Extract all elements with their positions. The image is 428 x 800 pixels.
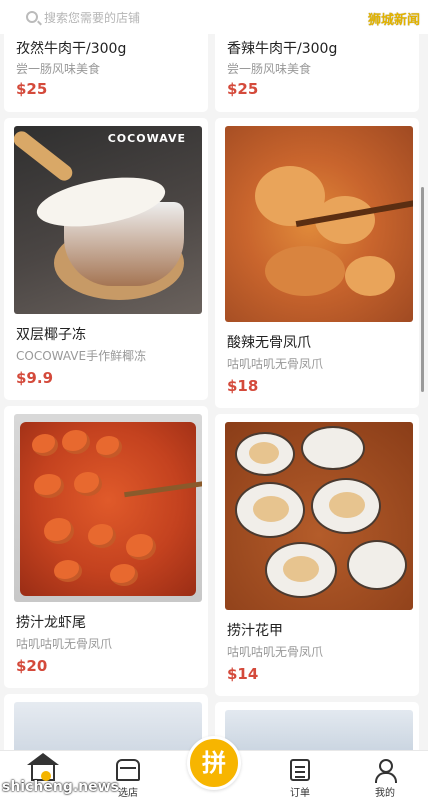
tab-mine[interactable]: 我的 bbox=[345, 751, 425, 800]
product-subtitle: 咕叽咕叽无骨凤爪 bbox=[227, 357, 324, 371]
product-subtitle: 咕叽咕叽无骨凤爪 bbox=[16, 637, 113, 651]
product-card[interactable]: COCOWAVE 双层椰子冻 COCOWAVE手作鲜椰冻 $9.9 bbox=[4, 118, 208, 400]
product-name: 香辣牛肉干/300g bbox=[227, 41, 338, 57]
product-card[interactable] bbox=[215, 702, 419, 750]
tab-label: 我的 bbox=[375, 788, 395, 799]
tab-label: 订单 bbox=[290, 788, 310, 799]
order-icon bbox=[290, 759, 310, 781]
product-name: 孜然牛肉干/300g bbox=[16, 41, 127, 57]
product-name: 捞汁龙虾尾 bbox=[16, 615, 86, 631]
product-card[interactable] bbox=[4, 694, 208, 750]
product-image bbox=[225, 126, 413, 322]
product-subtitle: 尝一肠风味美食 bbox=[227, 62, 312, 76]
watermark-top: 狮城新闻 bbox=[367, 13, 420, 28]
product-grid: 孜然牛肉干/300g 尝一肠风味美食 $25 香辣牛肉干/300g 尝一肠风味美… bbox=[0, 34, 428, 750]
product-price: $25 bbox=[227, 80, 259, 98]
group-buy-button[interactable]: 拼 bbox=[187, 736, 241, 790]
product-price: $9.9 bbox=[16, 369, 54, 387]
search-bar[interactable]: 搜索您需要的店铺 bbox=[0, 0, 428, 34]
product-price: $18 bbox=[227, 377, 259, 395]
user-icon bbox=[373, 759, 397, 783]
product-card[interactable]: 捞汁龙虾尾 咕叽咕叽无骨凤爪 $20 bbox=[4, 406, 208, 688]
product-name: 捞汁花甲 bbox=[227, 623, 283, 639]
product-price: $25 bbox=[16, 80, 48, 98]
watermark-bottom: shicheng.news bbox=[2, 779, 119, 795]
search-placeholder[interactable]: 搜索您需要的店铺 bbox=[44, 9, 140, 26]
product-price: $20 bbox=[16, 657, 48, 675]
search-icon bbox=[26, 11, 38, 23]
product-image bbox=[14, 414, 202, 602]
product-image bbox=[14, 702, 202, 750]
product-subtitle: 咕叽咕叽无骨凤爪 bbox=[227, 645, 324, 659]
store-icon bbox=[116, 759, 140, 781]
product-name: 酸辣无骨凤爪 bbox=[227, 335, 311, 351]
product-price: $14 bbox=[227, 665, 259, 683]
product-image: COCOWAVE bbox=[14, 126, 202, 314]
product-image bbox=[225, 710, 413, 750]
product-subtitle: COCOWAVE手作鲜椰冻 bbox=[16, 349, 147, 363]
brand-logo: COCOWAVE bbox=[107, 132, 186, 145]
product-card[interactable]: 孜然牛肉干/300g 尝一肠风味美食 $25 bbox=[4, 34, 208, 112]
product-name: 双层椰子冻 bbox=[16, 327, 86, 343]
product-card[interactable]: 酸辣无骨凤爪 咕叽咕叽无骨凤爪 $18 bbox=[215, 118, 419, 408]
product-card[interactable]: 香辣牛肉干/300g 尝一肠风味美食 $25 bbox=[215, 34, 419, 112]
scrollbar-thumb[interactable] bbox=[421, 187, 424, 392]
tab-order[interactable]: 订单 bbox=[260, 751, 340, 800]
product-image bbox=[225, 422, 413, 610]
product-subtitle: 尝一肠风味美食 bbox=[16, 62, 101, 76]
product-card[interactable]: 捞汁花甲 咕叽咕叽无骨凤爪 $14 bbox=[215, 414, 419, 696]
